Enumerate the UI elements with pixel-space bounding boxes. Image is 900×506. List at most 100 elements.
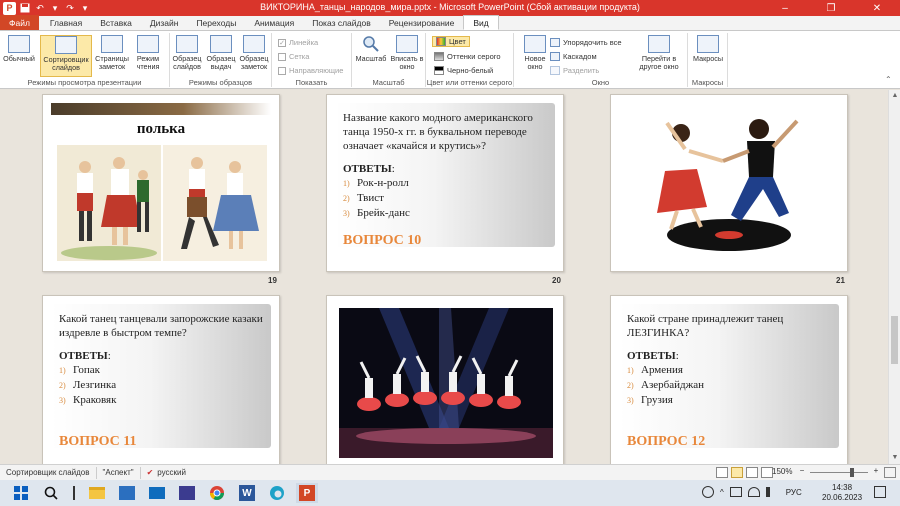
undo-dropdown-icon[interactable]: ▾	[49, 2, 61, 14]
edge-icon[interactable]	[266, 483, 288, 503]
scrollbar-thumb[interactable]	[891, 316, 898, 364]
answers-heading: ОТВЕТЫ:	[343, 163, 395, 175]
bw-swatch-icon	[434, 66, 444, 75]
normal-view-button[interactable]: Обычный	[2, 35, 36, 77]
save-icon[interactable]	[19, 2, 31, 14]
cascade-button[interactable]: Каскадом	[550, 51, 597, 62]
question-number-label: ВОПРОС 12	[627, 434, 706, 449]
answer-item: 1) Рок-н-ролл	[343, 177, 409, 189]
tab-review[interactable]: Рецензирование	[380, 15, 464, 30]
zoom-slider-handle[interactable]	[850, 468, 854, 477]
slide-sorter-button[interactable]: Сортировщик слайдов	[40, 35, 92, 77]
scroll-up-icon[interactable]: ▲	[889, 90, 900, 102]
handout-master-button[interactable]: Образец выдач	[204, 35, 238, 77]
tab-file[interactable]: Файл	[0, 15, 39, 30]
undo-icon[interactable]: ↶	[34, 2, 46, 14]
volume-icon[interactable]	[765, 487, 776, 497]
customize-qat-icon[interactable]: ▾	[79, 2, 91, 14]
word-icon[interactable]: W	[236, 483, 258, 503]
tray-expand-icon[interactable]: ^	[720, 488, 724, 497]
zoom-in-button[interactable]: +	[870, 466, 882, 475]
powerpoint-taskbar-icon[interactable]: P	[296, 483, 318, 503]
reading-view-button[interactable]: Режим чтения	[131, 35, 165, 77]
new-window-button[interactable]: Новое окно	[518, 35, 552, 77]
arrange-icon	[550, 38, 560, 47]
status-theme-name: "Аспект"	[97, 466, 141, 479]
status-language[interactable]: ✔ русский	[141, 467, 192, 479]
slide-master-button[interactable]: Образец слайдов	[170, 35, 204, 77]
slide-thumbnail-20[interactable]: Название какого модного американского та…	[326, 94, 564, 272]
tab-animations[interactable]: Анимация	[245, 15, 303, 30]
title-bar: P ↶ ▾ ↷ ▾ ВИКТОРИНА_танцы_народов_мира.p…	[0, 0, 900, 16]
black-white-button[interactable]: Черно-белый	[434, 65, 493, 76]
task-view-icon[interactable]	[70, 483, 78, 503]
normal-view-icon	[8, 35, 30, 53]
slide-sorter-area[interactable]: полька 19 Название какого модного америк…	[0, 90, 888, 464]
minimize-button[interactable]: –	[762, 0, 808, 16]
macros-button[interactable]: Макросы	[691, 35, 725, 77]
calendar-app-icon[interactable]	[116, 483, 138, 503]
tab-insert[interactable]: Вставка	[91, 15, 141, 30]
group-label-macros: Макросы	[691, 78, 724, 87]
slide-thumbnail-23[interactable]	[326, 295, 564, 464]
group-label-show: Показать	[295, 78, 328, 87]
wifi-icon[interactable]	[747, 487, 760, 497]
language-indicator[interactable]: РУС	[786, 488, 802, 497]
slide-thumbnail-19[interactable]: полька	[42, 94, 280, 272]
arrange-all-button[interactable]: Упорядочить все	[550, 37, 622, 48]
maximize-button[interactable]: ❐	[808, 0, 854, 16]
clock-date: 20.06.2023	[822, 493, 863, 502]
zoom-out-button[interactable]: −	[796, 466, 808, 475]
color-button[interactable]: Цвет	[432, 36, 470, 47]
macros-icon	[697, 35, 719, 53]
tab-design[interactable]: Дизайн	[141, 15, 188, 30]
grayscale-button[interactable]: Оттенки серого	[434, 51, 501, 62]
system-tray: ^ РУС	[702, 486, 802, 498]
ruler-checkbox[interactable]: ✓ Линейка	[278, 37, 318, 48]
file-explorer-icon[interactable]	[86, 483, 108, 503]
split-button[interactable]: Разделить	[550, 65, 599, 76]
group-master-views: Образец слайдов Образец выдач Образец за…	[170, 33, 272, 87]
close-button[interactable]: ✕	[854, 0, 900, 16]
sorter-view-shortcut-icon[interactable]	[731, 467, 743, 478]
scroll-down-icon[interactable]: ▼	[889, 452, 900, 464]
fit-to-window-button[interactable]: Вписать в окно	[390, 35, 424, 77]
notes-master-button[interactable]: Образец заметок	[237, 35, 271, 77]
zoom-level[interactable]: 150%	[772, 467, 792, 476]
search-icon[interactable]	[40, 483, 62, 503]
switch-window-button[interactable]: Перейти в другое окно	[634, 35, 684, 77]
fit-slide-icon[interactable]	[884, 467, 896, 478]
guides-checkbox[interactable]: Направляющие	[278, 65, 343, 76]
tab-view[interactable]: Вид	[463, 15, 499, 30]
grid-checkbox[interactable]: Сетка	[278, 51, 309, 62]
clock[interactable]: 14:38 20.06.2023	[822, 483, 862, 503]
powerpoint-logo-icon[interactable]: P	[3, 1, 16, 15]
zoom-button[interactable]: Масштаб	[354, 35, 388, 77]
slide-thumbnail-24[interactable]: Какой стране принадлежит танец ЛЕЗГИНКА?…	[610, 295, 848, 464]
windows-start-icon[interactable]	[10, 483, 32, 503]
store-icon[interactable]	[176, 483, 198, 503]
redo-icon[interactable]: ↷	[64, 2, 76, 14]
slide-thumbnail-22[interactable]: Какой танец танцевали запорожские казаки…	[42, 295, 280, 464]
normal-view-shortcut-icon[interactable]	[716, 467, 728, 478]
chrome-icon[interactable]	[206, 483, 228, 503]
tab-slideshow[interactable]: Показ слайдов	[303, 15, 380, 30]
mail-icon[interactable]	[146, 483, 168, 503]
slide-thumbnail-21[interactable]	[610, 94, 848, 272]
battery-icon[interactable]	[729, 487, 742, 497]
notes-page-button[interactable]: Страницы заметок	[95, 35, 129, 77]
notifications-icon[interactable]	[874, 486, 886, 498]
status-view-name: Сортировщик слайдов	[0, 466, 97, 479]
cascade-icon	[550, 52, 560, 61]
ribbon: Обычный Сортировщик слайдов Страницы зам…	[0, 31, 900, 89]
new-window-icon	[524, 35, 546, 53]
group-zoom: Масштаб Вписать в окно Масштаб	[352, 33, 426, 87]
collapse-ribbon-icon[interactable]: ⌃	[885, 75, 894, 84]
vertical-scrollbar[interactable]: ▲ ▼	[888, 90, 900, 464]
answer-item: 2) Твист	[343, 192, 384, 204]
reading-view-shortcut-icon[interactable]	[746, 467, 758, 478]
help-icon[interactable]	[702, 486, 714, 498]
tab-home[interactable]: Главная	[41, 15, 91, 30]
zoom-slider-track[interactable]	[810, 472, 868, 473]
tab-transitions[interactable]: Переходы	[187, 15, 245, 30]
